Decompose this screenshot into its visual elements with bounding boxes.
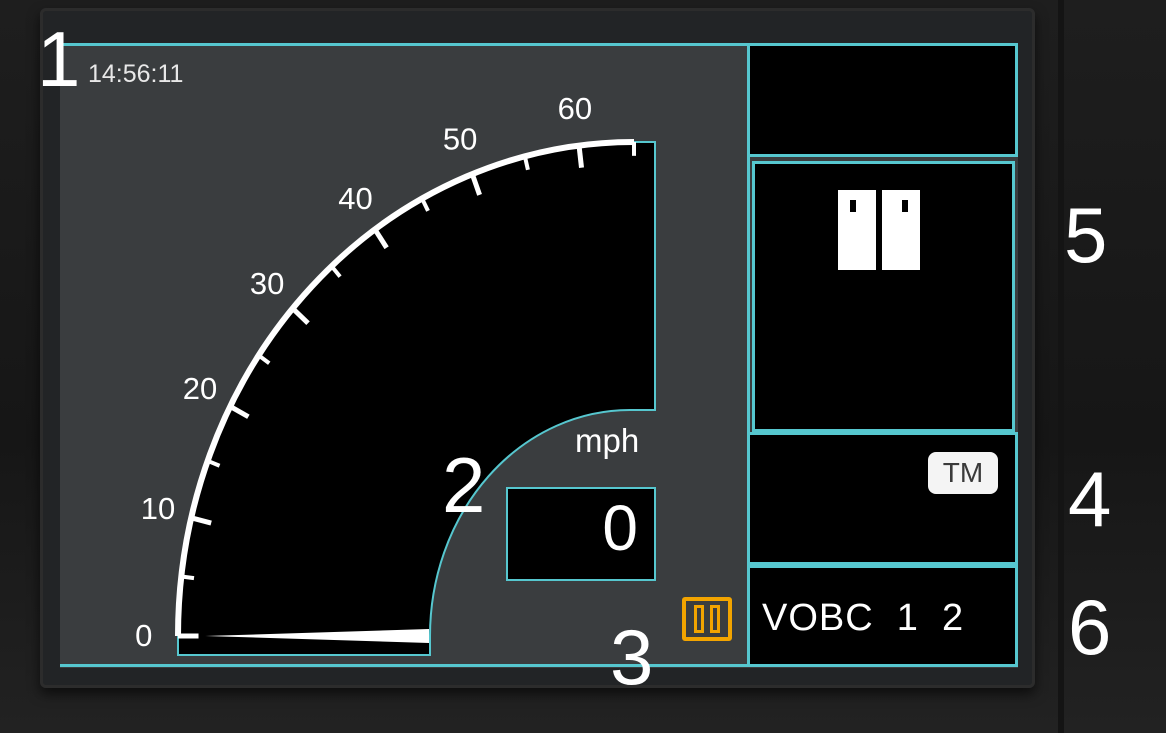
- speed-scale-label: 50: [443, 121, 477, 156]
- speed-tick: [181, 574, 195, 581]
- callout-2: 2: [442, 441, 486, 529]
- speed-scale-label: 20: [183, 371, 217, 406]
- speedometer: 0102030405060: [135, 91, 656, 656]
- speed-scale-label: 60: [558, 91, 592, 126]
- speed-readout: 0: [602, 492, 638, 564]
- callout-5: 5: [1064, 191, 1108, 279]
- speed-scale-label: 0: [135, 618, 152, 653]
- speed-scale-label: 30: [250, 266, 284, 301]
- callout-1: 1: [37, 15, 81, 103]
- speed-scale-label: 40: [338, 181, 372, 216]
- callout-3: 3: [610, 613, 654, 701]
- speed-unit: mph: [575, 422, 640, 459]
- callout-6: 6: [1068, 583, 1112, 671]
- speed-tick: [576, 145, 584, 168]
- callout-4: 4: [1068, 455, 1112, 543]
- speed-scale-label: 10: [141, 491, 175, 526]
